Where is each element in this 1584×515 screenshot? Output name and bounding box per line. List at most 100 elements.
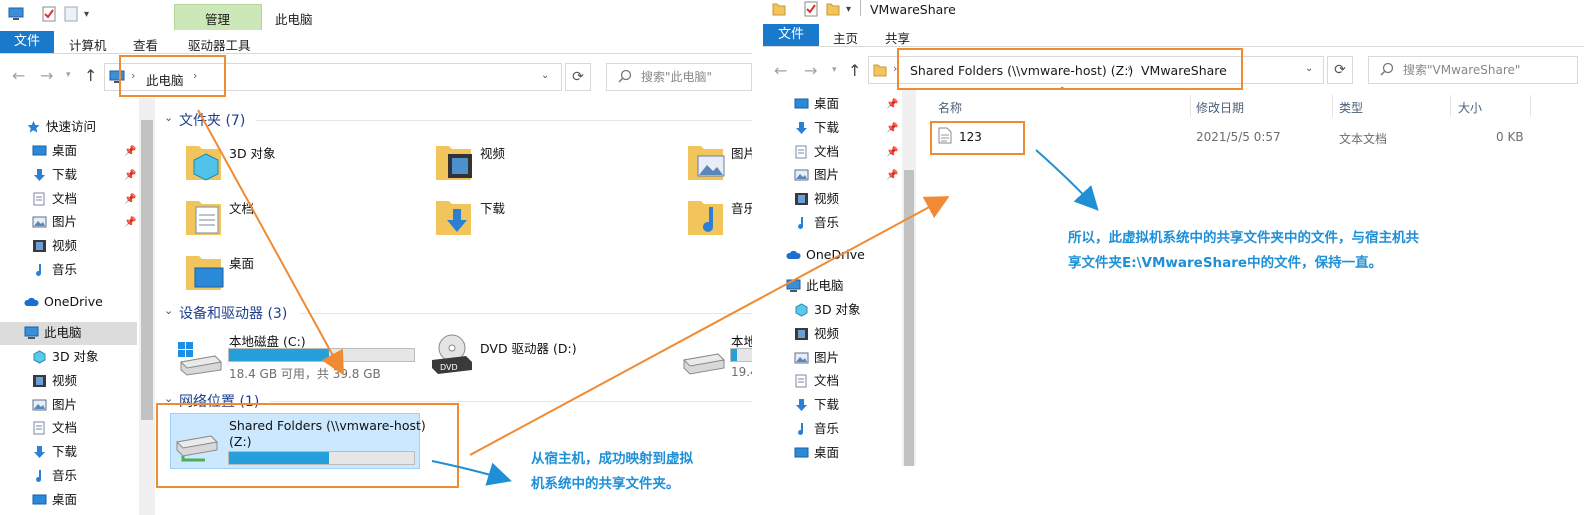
- recent-locations-icon[interactable]: ▾: [66, 70, 71, 80]
- file-modified-date: 2021/5/5 0:57: [1196, 130, 1281, 144]
- refresh-button[interactable]: ⟳: [565, 63, 591, 91]
- sidebar-scrollbar-thumb[interactable]: [141, 120, 153, 420]
- sidebar-label: 视频: [52, 373, 78, 388]
- annotation-note-1-line-1: 从宿主机，成功映射到虚拟: [531, 451, 693, 467]
- sidebar-label: 下载: [52, 167, 78, 182]
- column-separator[interactable]: [1332, 95, 1333, 117]
- folder-downloads-label[interactable]: 下载: [480, 198, 505, 217]
- tab-computer[interactable]: 计算机: [69, 35, 107, 54]
- sidebar-label: 快速访问: [46, 119, 97, 134]
- forward-arrow-icon[interactable]: →: [804, 61, 817, 80]
- column-separator[interactable]: [1530, 95, 1531, 117]
- group-divider: [256, 120, 752, 121]
- drive-e-usage-bar: [730, 348, 752, 362]
- properties-icon[interactable]: [804, 1, 818, 20]
- tab-share[interactable]: 共享: [885, 28, 910, 47]
- column-header-date[interactable]: 修改日期: [1196, 99, 1244, 116]
- tab-view[interactable]: 查看: [133, 35, 158, 54]
- new-folder-icon[interactable]: [64, 6, 78, 25]
- folder-icon: [873, 63, 887, 80]
- pin-icon: 📌: [124, 146, 137, 157]
- download-arrow-icon: [34, 446, 45, 458]
- annotation-box-this-pc: [119, 55, 226, 97]
- annotation-note-2-line-1: 所以，此虚拟机系统中的共享文件夹中的文件，与宿主机共: [1068, 230, 1419, 246]
- folder-3d-objects-icon[interactable]: [185, 140, 225, 185]
- music-note-icon: [798, 217, 804, 229]
- sidebar-label: 视频: [814, 326, 840, 341]
- video-icon: [795, 328, 808, 340]
- sidebar-label: 文档: [814, 144, 840, 159]
- new-folder-icon[interactable]: [826, 2, 840, 19]
- up-arrow-icon[interactable]: ↑: [84, 66, 97, 85]
- refresh-button[interactable]: ⟳: [1327, 56, 1353, 84]
- download-arrow-icon: [796, 399, 807, 411]
- pin-icon: 📌: [124, 170, 137, 181]
- customize-toolbar-icon[interactable]: ▾: [84, 9, 89, 20]
- address-dropdown-icon[interactable]: ⌄: [541, 70, 549, 81]
- drive-d-label[interactable]: DVD 驱动器 (D:): [480, 338, 577, 357]
- column-separator[interactable]: [1190, 95, 1191, 117]
- column-header-type[interactable]: 类型: [1339, 99, 1363, 116]
- music-note-icon: [36, 264, 42, 276]
- group-header-folders[interactable]: 文件夹 (7): [179, 110, 245, 130]
- download-arrow-icon: [34, 169, 45, 181]
- annotation-note-1-line-2: 机系统中的共享文件夹。: [531, 476, 680, 492]
- annotation-note-2-line-2: 享文件夹E:\VMwareShare中的文件，保持一直。: [1068, 255, 1383, 271]
- folder-documents-label[interactable]: 文档: [229, 198, 254, 217]
- folder-videos-icon[interactable]: [435, 140, 475, 185]
- recent-locations-icon[interactable]: ▾: [832, 65, 837, 75]
- folder-music-label[interactable]: 音乐: [731, 198, 752, 217]
- sidebar-label: 桌面: [52, 492, 78, 507]
- sidebar-label: 下载: [814, 397, 840, 412]
- document-icon: [795, 374, 807, 388]
- column-separator[interactable]: [1450, 95, 1451, 117]
- sidebar-scrollbar-thumb[interactable]: [904, 170, 914, 466]
- folder-pictures-icon[interactable]: [687, 140, 727, 185]
- sidebar-label: 桌面: [52, 143, 78, 158]
- folder-music-icon[interactable]: [687, 195, 727, 240]
- pin-icon: 📌: [886, 123, 899, 134]
- folder-pictures-label[interactable]: 图片: [731, 143, 752, 162]
- cloud-icon: [786, 250, 801, 259]
- group-header-devices[interactable]: 设备和驱动器 (3): [179, 303, 287, 323]
- folder-videos-label[interactable]: 视频: [480, 143, 505, 162]
- document-icon: [33, 192, 45, 206]
- address-dropdown-icon[interactable]: ⌄: [1305, 63, 1313, 74]
- folder-downloads-icon[interactable]: [435, 195, 475, 240]
- sidebar-label: 音乐: [52, 468, 78, 483]
- dvd-drive-icon[interactable]: DVD: [430, 332, 474, 379]
- customize-toolbar-icon[interactable]: ▾: [846, 4, 851, 15]
- back-arrow-icon[interactable]: ←: [12, 66, 25, 85]
- back-arrow-icon[interactable]: ←: [774, 61, 787, 80]
- local-drive-icon[interactable]: [682, 352, 726, 379]
- file-menu-button[interactable]: 文件: [0, 31, 54, 53]
- collapse-chevron-icon[interactable]: ⌄: [164, 304, 173, 317]
- up-arrow-icon[interactable]: ↑: [848, 61, 861, 80]
- sidebar-label: 文档: [814, 373, 840, 388]
- tab-drive-tools[interactable]: 驱动器工具: [188, 35, 251, 54]
- properties-icon[interactable]: [42, 6, 56, 25]
- window-title: VMwareShare: [870, 2, 956, 17]
- sidebar-label: 文档: [52, 191, 78, 206]
- windows-drive-icon[interactable]: [177, 342, 223, 379]
- folder-3d-objects-label[interactable]: 3D 对象: [229, 143, 276, 162]
- column-header-size[interactable]: 大小: [1458, 99, 1482, 116]
- collapse-chevron-icon[interactable]: ⌄: [164, 111, 173, 124]
- folder-icon[interactable]: [772, 2, 786, 19]
- tab-home[interactable]: 主页: [833, 28, 858, 47]
- forward-arrow-icon[interactable]: →: [40, 66, 53, 85]
- folder-desktop-icon[interactable]: [185, 250, 225, 295]
- column-header-name[interactable]: 名称: [938, 99, 962, 116]
- desktop-icon: [794, 98, 809, 109]
- pin-icon: 📌: [886, 99, 899, 110]
- ribbon-divider: [0, 53, 752, 54]
- annotation-box-address: [897, 48, 1243, 90]
- folder-desktop-label[interactable]: 桌面: [229, 253, 254, 272]
- search-input[interactable]: 搜索"VMwareShare": [1368, 56, 1578, 84]
- sidebar-label: 图片: [814, 167, 840, 182]
- file-menu-button[interactable]: 文件: [763, 24, 819, 46]
- sidebar-label: 视频: [52, 238, 78, 253]
- folder-documents-icon[interactable]: [185, 195, 225, 240]
- computer-icon[interactable]: [8, 7, 24, 24]
- sidebar-label: 音乐: [814, 215, 840, 230]
